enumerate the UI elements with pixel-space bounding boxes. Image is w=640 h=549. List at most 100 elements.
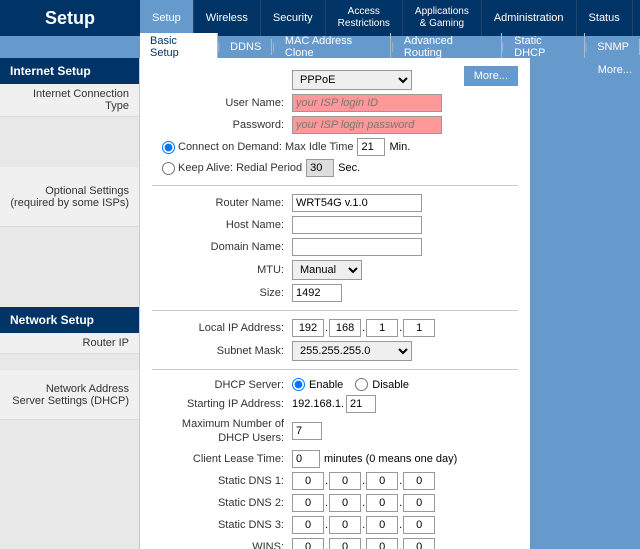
max-users-input[interactable] [292,422,322,440]
tab-applications-gaming[interactable]: Applications& Gaming [403,0,482,36]
dns2-4[interactable] [403,494,435,512]
domain-name-label: Domain Name: [152,241,292,253]
local-ip-3[interactable] [366,319,398,337]
dhcp-disable-label: Disable [372,379,409,391]
wins-2[interactable] [329,538,361,549]
wins-label: WINS: [152,541,292,549]
subnav-static-dhcp[interactable]: Static DHCP [504,33,584,61]
dns3-1[interactable] [292,516,324,534]
sidebar-internet-setup: Internet Setup [0,58,139,84]
right-panel: More... [530,58,640,549]
dhcp-enable-radio[interactable] [292,378,305,391]
dns1-group: . . . [292,472,435,490]
local-ip-group: . . . [292,319,435,337]
subnav-mac-address-clone[interactable]: MAC Address Clone [275,33,391,61]
mtu-label: MTU: [152,264,292,276]
more-button[interactable]: More... [464,66,518,86]
wins-1[interactable] [292,538,324,549]
host-name-input[interactable] [292,216,422,234]
domain-name-input[interactable] [292,238,422,256]
right-more-button[interactable]: More... [530,58,640,82]
keep-alive-row: Keep Alive: Redial Period Sec. [152,159,518,177]
domain-name-row: Domain Name: [152,238,518,256]
dhcp-disable-radio[interactable] [355,378,368,391]
dns2-row: Static DNS 2: . . . [152,494,518,512]
client-lease-row: Client Lease Time: minutes (0 means one … [152,450,518,468]
dns2-1[interactable] [292,494,324,512]
tab-administration[interactable]: Administration [482,0,577,36]
username-input[interactable] [292,94,442,112]
divider1 [152,185,518,186]
connection-type-select[interactable]: PPPoE DHCP Static IP PPTP L2TP [292,70,412,90]
username-row: User Name: [152,94,518,112]
tab-setup[interactable]: Setup [140,0,194,36]
subnav-snmp[interactable]: SNMP [587,39,640,55]
dns3-2[interactable] [329,516,361,534]
starting-ip-label: Starting IP Address: [152,398,292,410]
subnav-advanced-routing[interactable]: Advanced Routing [394,33,502,61]
wins-4[interactable] [403,538,435,549]
tab-security[interactable]: Security [261,0,326,36]
local-ip-2[interactable] [329,319,361,337]
mtu-select[interactable]: Manual Auto [292,260,362,280]
local-ip-label: Local IP Address: [152,322,292,334]
local-ip-1[interactable] [292,319,324,337]
sidebar-optional-settings: Optional Settings(required by some ISPs) [0,167,139,227]
wins-row: WINS: . . . [152,538,518,549]
router-name-row: Router Name: [152,194,518,212]
connection-type-row: PPPoE DHCP Static IP PPTP L2TP [152,70,464,90]
dns1-1[interactable] [292,472,324,490]
password-input[interactable] [292,116,442,134]
wins-3[interactable] [366,538,398,549]
dhcp-enable-label: Enable [309,379,343,391]
keep-alive-radio[interactable] [162,162,175,175]
dns2-2[interactable] [329,494,361,512]
dns1-2[interactable] [329,472,361,490]
max-users-label: Maximum Number ofDHCP Users: [152,417,292,446]
dns3-label: Static DNS 3: [152,519,292,531]
main-layout: Internet Setup Internet Connection Type … [0,58,640,549]
subnet-label: Subnet Mask: [152,345,292,357]
dns3-3[interactable] [366,516,398,534]
wins-group: . . . [292,538,435,549]
connect-demand-row: Connect on Demand: Max Idle Time Min. [152,138,518,156]
size-input[interactable] [292,284,342,302]
dhcp-server-label: DHCP Server: [152,379,292,391]
dhcp-server-row: DHCP Server: Enable Disable [152,378,518,391]
host-name-label: Host Name: [152,219,292,231]
sec-label: Sec. [338,162,360,174]
dns1-3[interactable] [366,472,398,490]
local-ip-row: Local IP Address: . . . [152,319,518,337]
tab-access-restrictions[interactable]: AccessRestrictions [326,0,403,36]
redial-period-input[interactable] [306,159,334,177]
tab-wireless[interactable]: Wireless [194,0,261,36]
starting-ip-row: Starting IP Address: 192.168.1. [152,395,518,413]
local-ip-4[interactable] [403,319,435,337]
dns1-4[interactable] [403,472,435,490]
sidebar-router-ip: Router IP [0,333,139,354]
max-idle-time-input[interactable] [357,138,385,156]
content-area: More... PPPoE DHCP Static IP PPTP L2TP U… [140,58,530,549]
router-name-input[interactable] [292,194,422,212]
sidebar: Internet Setup Internet Connection Type … [0,58,140,549]
subnav-ddns[interactable]: DDNS [220,39,272,55]
connect-demand-radio[interactable] [162,141,175,154]
subnav-basic-setup[interactable]: Basic Setup [140,33,218,61]
subnet-select[interactable]: 255.255.255.0 255.255.0.0 255.0.0.0 [292,341,412,361]
client-lease-label: Client Lease Time: [152,453,292,465]
subnet-row: Subnet Mask: 255.255.255.0 255.255.0.0 2… [152,341,518,361]
mtu-row: MTU: Manual Auto [152,260,518,280]
username-label: User Name: [152,97,292,109]
host-name-row: Host Name: [152,216,518,234]
tab-status[interactable]: Status [577,0,633,36]
dns2-group: . . . [292,494,435,512]
password-row: Password: [152,116,518,134]
dns2-3[interactable] [366,494,398,512]
starting-ip-input[interactable] [346,395,376,413]
starting-ip-prefix: 192.168.1. [292,398,344,410]
divider2 [152,310,518,311]
dns3-4[interactable] [403,516,435,534]
dns1-row: Static DNS 1: . . . [152,472,518,490]
client-lease-input[interactable] [292,450,320,468]
app-title: Setup [0,8,140,29]
